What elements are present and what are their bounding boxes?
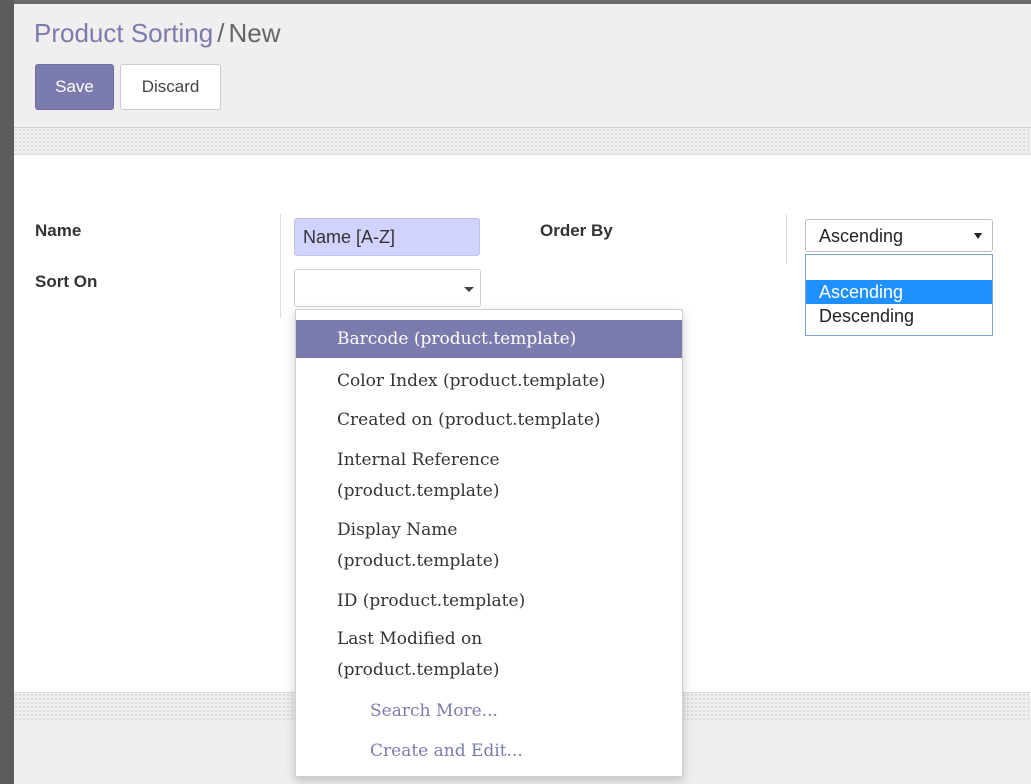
- sort-on-dropdown-menu: Barcode (product.template) Color Index (…: [295, 309, 683, 777]
- name-label: Name: [35, 221, 82, 240]
- dropdown-item-internal-reference[interactable]: Internal Reference (product.template): [296, 445, 596, 507]
- dropdown-item-id[interactable]: ID (product.template): [296, 586, 682, 617]
- order-option-empty[interactable]: [806, 255, 992, 279]
- label-separator-right: [786, 214, 787, 264]
- dropdown-item-last-modified-on[interactable]: Last Modified on (product.template): [296, 624, 596, 686]
- order-option-ascending[interactable]: Ascending: [806, 280, 992, 304]
- order-by-options-list: Ascending Descending: [805, 254, 993, 336]
- search-more-link[interactable]: Search More...: [370, 696, 498, 727]
- sort-on-select[interactable]: [294, 269, 481, 307]
- dropdown-item-barcode[interactable]: Barcode (product.template): [296, 320, 682, 358]
- breadcrumb-separator: /: [217, 18, 225, 48]
- sheet-background-top: [14, 128, 1031, 155]
- save-button[interactable]: Save: [35, 64, 114, 110]
- window-frame-left: [0, 0, 14, 784]
- order-by-label: Order By: [540, 221, 613, 240]
- sort-on-label: Sort On: [35, 272, 98, 291]
- dropdown-item-color-index[interactable]: Color Index (product.template): [296, 366, 682, 397]
- dropdown-item-display-name[interactable]: Display Name (product.template): [296, 515, 566, 577]
- label-separator-left: [280, 214, 281, 318]
- breadcrumb-parent-link[interactable]: Product Sorting: [34, 18, 213, 48]
- dropdown-arrow-icon[interactable]: [974, 233, 982, 239]
- chevron-down-icon[interactable]: [464, 287, 474, 292]
- breadcrumb-current: New: [228, 18, 281, 48]
- dropdown-item-created-on[interactable]: Created on (product.template): [296, 405, 682, 436]
- discard-button[interactable]: Discard: [120, 64, 221, 110]
- name-field[interactable]: Name [A-Z]: [294, 218, 480, 256]
- control-panel: Product Sorting / New Save Discard: [14, 4, 1031, 128]
- order-by-select[interactable]: Ascending: [805, 219, 993, 252]
- breadcrumb: Product Sorting / New: [34, 18, 280, 49]
- create-and-edit-link[interactable]: Create and Edit...: [370, 736, 523, 767]
- app-window: Product Sorting / New Save Discard Name So…: [14, 4, 1031, 784]
- order-option-descending[interactable]: Descending: [806, 304, 992, 328]
- order-by-value: Ascending: [819, 226, 904, 246]
